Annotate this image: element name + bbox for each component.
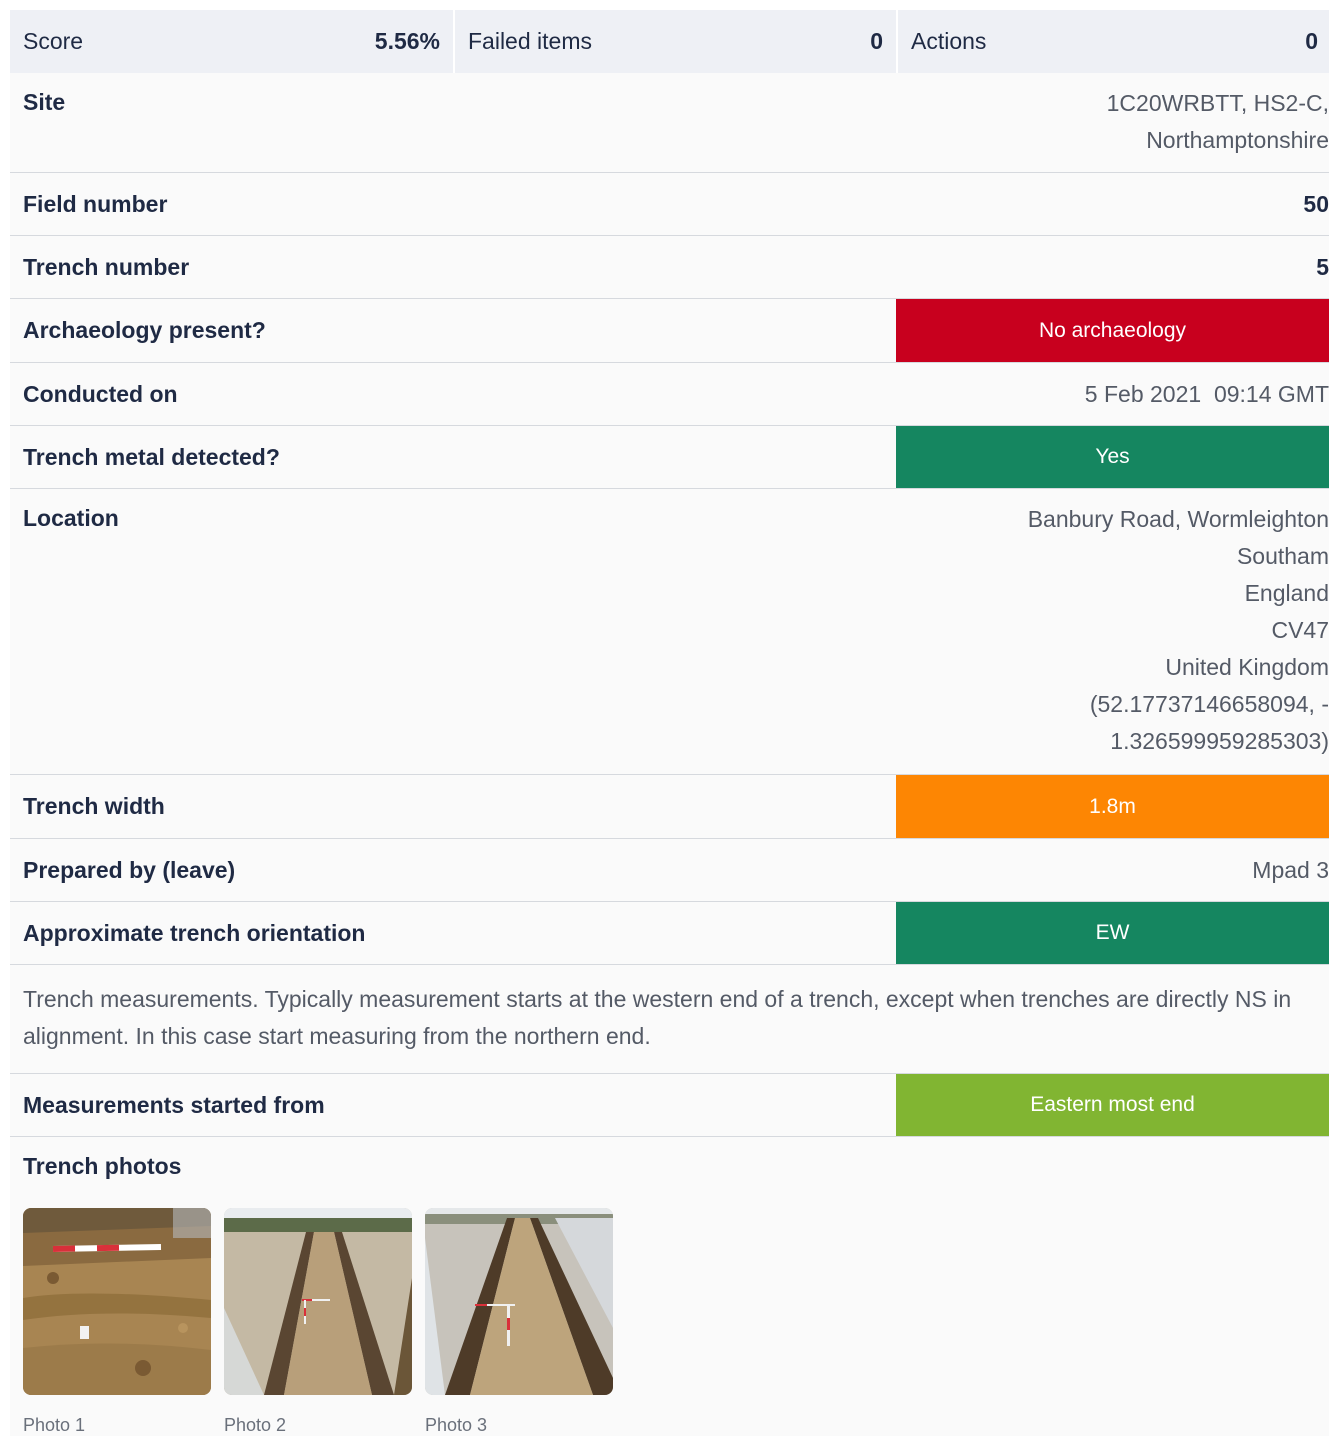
actions-cell[interactable]: Actions 0 xyxy=(898,10,1329,73)
row-measurements-started: Measurements started from Eastern most e… xyxy=(10,1074,1329,1137)
site-line: 1C20WRBTT, HS2-C, xyxy=(1106,90,1329,116)
row-site: Site 1C20WRBTT, HS2-C, Northamptonshire xyxy=(10,73,1329,173)
row-metal-detected: Trench metal detected? Yes xyxy=(10,426,1329,489)
row-prepared-by: Prepared by (leave) Mpad 3 xyxy=(10,839,1329,902)
metal-detected-response-badge: Yes xyxy=(896,426,1329,488)
photo-3-thumbnail[interactable] xyxy=(425,1208,613,1395)
location-line: 1.326599959285303) xyxy=(1110,728,1329,754)
failed-items-cell[interactable]: Failed items 0 xyxy=(455,10,896,73)
conducted-on-label: Conducted on xyxy=(23,380,178,407)
photo-item[interactable]: Photo 1 xyxy=(23,1208,211,1436)
metal-detected-label: Trench metal detected? xyxy=(23,443,280,470)
photo-gallery: Photo 1 Photo 2 Photo 3 xyxy=(10,1180,1329,1436)
orientation-response-badge: EW xyxy=(896,902,1329,964)
trench-width-label: Trench width xyxy=(23,793,165,819)
photo-item[interactable]: Photo 2 xyxy=(224,1208,412,1436)
row-field-number: Field number 50 xyxy=(10,173,1329,236)
trench-width-response-badge: 1.8m xyxy=(896,775,1329,838)
prepared-by-value: Mpad 3 xyxy=(1252,856,1329,883)
row-archaeology: Archaeology present? No archaeology xyxy=(10,299,1329,363)
actions-value: 0 xyxy=(1305,28,1318,54)
inspection-report: Score 5.56% Failed items 0 Actions 0 Sit… xyxy=(10,10,1329,1436)
field-number-label: Field number xyxy=(23,190,168,217)
row-orientation: Approximate trench orientation EW xyxy=(10,902,1329,965)
row-trench-width: Trench width 1.8m xyxy=(10,775,1329,839)
site-value: 1C20WRBTT, HS2-C, Northamptonshire xyxy=(1107,73,1329,159)
measurements-started-response-badge: Eastern most end xyxy=(896,1074,1329,1136)
photo-caption: Photo 2 xyxy=(224,1415,287,1435)
trench-photos-title: Trench photos xyxy=(23,1153,182,1179)
row-trench-number: Trench number 5 xyxy=(10,236,1329,299)
archaeology-label: Archaeology present? xyxy=(23,317,266,343)
location-label: Location xyxy=(23,505,119,531)
location-value[interactable]: Banbury Road, Wormleighton Southam Engla… xyxy=(1028,489,1329,760)
row-conducted-on: Conducted on 5 Feb 2021 09:14 GMT xyxy=(10,363,1329,426)
actions-label: Actions xyxy=(911,28,987,54)
trench-number-label: Trench number xyxy=(23,253,190,280)
photo-item[interactable]: Photo 3 xyxy=(425,1208,613,1436)
location-line: Southam xyxy=(1236,543,1329,569)
measurements-note: Trench measurements. Typically measureme… xyxy=(10,965,1329,1074)
conducted-on-value: 5 Feb 2021 09:14 GMT xyxy=(1084,380,1329,407)
photo-caption: Photo 1 xyxy=(23,1415,86,1435)
site-line: Northamptonshire xyxy=(1146,127,1329,153)
location-line: Banbury Road, Wormleighton xyxy=(1027,506,1329,532)
site-label: Site xyxy=(23,89,66,115)
summary-bar: Score 5.56% Failed items 0 Actions 0 xyxy=(10,10,1329,73)
row-location: Location Banbury Road, Wormleighton Sout… xyxy=(10,489,1329,775)
location-line: United Kingdom xyxy=(1165,654,1329,680)
field-number-value: 50 xyxy=(1303,190,1329,217)
photo-caption: Photo 3 xyxy=(425,1415,488,1435)
location-line: CV47 xyxy=(1271,617,1329,643)
score-cell: Score 5.56% xyxy=(10,10,453,73)
orientation-label: Approximate trench orientation xyxy=(23,919,366,946)
trench-number-value: 5 xyxy=(1316,253,1329,280)
photo-2-thumbnail[interactable] xyxy=(224,1208,412,1395)
score-value: 5.56% xyxy=(374,28,440,54)
archaeology-response-badge: No archaeology xyxy=(896,299,1329,362)
location-line: (52.17737146658094, - xyxy=(1089,691,1329,717)
failed-items-value: 0 xyxy=(870,28,883,54)
prepared-by-label: Prepared by (leave) xyxy=(23,856,236,883)
measurements-started-label: Measurements started from xyxy=(23,1091,325,1118)
location-line: England xyxy=(1244,580,1329,606)
failed-items-label: Failed items xyxy=(468,28,592,54)
photo-1-thumbnail[interactable] xyxy=(23,1208,211,1395)
score-label: Score xyxy=(23,28,84,54)
